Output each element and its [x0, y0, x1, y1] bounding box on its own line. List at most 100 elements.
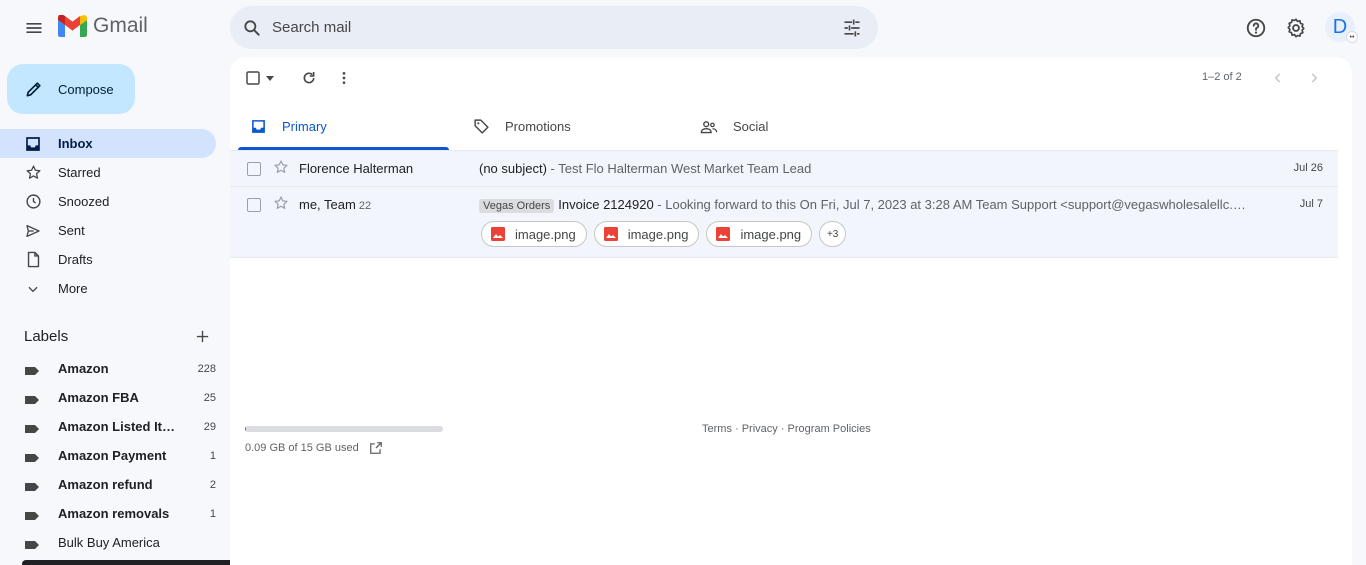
search-input[interactable] — [272, 19, 832, 36]
star-toggle[interactable] — [273, 159, 291, 177]
label-count: 29 — [203, 420, 216, 433]
sidebar-item-snoozed[interactable]: Snoozed — [0, 187, 216, 216]
label-tag-icon — [24, 538, 40, 549]
attachment-chip[interactable]: image.png — [706, 221, 813, 247]
attachment-chip[interactable]: image.png — [593, 221, 700, 247]
label-item[interactable]: Amazon Listed Items 29 — [0, 412, 216, 441]
tab-label: Social — [733, 119, 769, 134]
attachment-name: image.png — [740, 226, 802, 242]
gear-icon — [1287, 18, 1305, 38]
attachment-chips: image.png image.png image.png +3 — [481, 221, 847, 247]
gmail-logo[interactable]: Gmail — [58, 14, 148, 38]
sidebar-item-label: Drafts — [58, 252, 93, 267]
label-name: Amazon refund — [58, 477, 153, 492]
select-all-button[interactable] — [240, 61, 280, 95]
compose-button[interactable]: Compose — [7, 64, 135, 114]
label-count: 2 — [209, 478, 216, 491]
sidebar-item-more[interactable]: More — [0, 274, 216, 303]
label-name: Bulk Buy America — [58, 535, 160, 550]
label-item[interactable]: Amazon FBA 25 — [0, 383, 216, 412]
labels-title: Labels — [24, 327, 69, 345]
labels-header: Labels — [24, 326, 214, 346]
sender-name: Florence Halterman — [299, 161, 414, 176]
label-count: 25 — [203, 391, 216, 404]
more-attachments-chip[interactable]: +3 — [819, 221, 847, 247]
pagination-text: 1–2 of 2 — [1202, 71, 1242, 83]
label-item[interactable]: Bulk Buy America — [0, 528, 216, 557]
label-item[interactable]: Amazon refund 2 — [0, 470, 216, 499]
email-subject-line: (no subject) - Test Flo Halterman West M… — [479, 161, 1249, 176]
label-chip[interactable]: Vegas Orders — [479, 199, 555, 213]
tab-promotions[interactable]: Promotions — [471, 103, 682, 150]
email-checkbox[interactable] — [247, 162, 261, 176]
support-button[interactable] — [1236, 8, 1276, 48]
email-sender: Florence Halterman — [299, 161, 416, 176]
inbox-tabs: Primary Promotions Social — [230, 103, 1338, 150]
email-list: Florence Halterman (no subject) - Test F… — [230, 150, 1338, 258]
star-icon — [274, 196, 288, 209]
search-bar — [230, 6, 878, 49]
image-file-icon — [491, 227, 505, 241]
label-count: 228 — [197, 362, 216, 375]
more-vert-icon — [342, 72, 346, 84]
email-sender: me, Team 22 — [299, 197, 371, 212]
sidebar-item-inbox[interactable]: Inbox — [0, 129, 216, 158]
email-row[interactable]: Florence Halterman (no subject) - Test F… — [230, 150, 1338, 186]
label-tag-icon — [24, 393, 40, 404]
more-options-button[interactable] — [327, 61, 361, 95]
email-date: Jul 7 — [1299, 198, 1323, 210]
storage-text: 0.09 GB of 15 GB used — [245, 442, 359, 454]
tab-primary[interactable]: Primary — [238, 103, 449, 150]
newer-button[interactable] — [1261, 61, 1295, 95]
settings-button[interactable] — [1276, 8, 1316, 48]
sidebar-item-label: Inbox — [58, 136, 93, 151]
sidebar-nav: Inbox Starred Snoozed Sent Drafts More — [0, 129, 216, 303]
label-name: Amazon — [58, 361, 109, 376]
label-name: Amazon Listed Items — [58, 419, 176, 434]
storage-bar — [245, 426, 443, 432]
attachment-chip[interactable]: image.png — [481, 221, 587, 247]
sidebar-item-label: More — [58, 281, 88, 296]
label-tag-icon — [24, 422, 40, 433]
thread-count: 22 — [358, 200, 372, 212]
sidebar-item-sent[interactable]: Sent — [0, 216, 216, 245]
manage-storage-link[interactable] — [369, 441, 383, 455]
star-toggle[interactable] — [273, 195, 291, 213]
label-item[interactable]: Amazon Payment 1 — [0, 441, 216, 470]
plus-icon — [196, 330, 208, 342]
image-file-icon — [603, 227, 618, 241]
older-button[interactable] — [1297, 61, 1331, 95]
email-checkbox[interactable] — [247, 198, 261, 212]
footer-links[interactable]: Terms · Privacy · Program Policies — [702, 423, 871, 435]
tab-label: Primary — [282, 119, 327, 134]
label-tag-icon — [24, 480, 40, 491]
account-badge-icon: •• — [1346, 31, 1358, 43]
refresh-button[interactable] — [292, 61, 326, 95]
main-menu-button[interactable] — [14, 8, 54, 48]
send-icon — [24, 222, 42, 240]
chevron-right-icon — [1311, 73, 1318, 83]
search-button[interactable] — [232, 8, 272, 48]
email-subject: Invoice 2124920 — [558, 197, 654, 212]
sidebar-item-starred[interactable]: Starred — [0, 158, 216, 187]
search-options-button[interactable] — [832, 8, 872, 48]
app-name: Gmail — [93, 14, 148, 37]
email-date: Jul 26 — [1293, 162, 1323, 174]
email-row[interactable]: me, Team 22 Vegas Orders Invoice 2124920 -… — [230, 186, 1338, 258]
account-avatar[interactable]: D •• — [1325, 12, 1358, 43]
label-item[interactable]: Amazon removals 1 — [0, 499, 216, 528]
image-file-icon — [716, 227, 731, 241]
label-item[interactable]: Amazon 228 — [0, 354, 216, 383]
email-snippet: - Test Flo Halterman West Market Team Le… — [546, 161, 812, 176]
labels-list: Amazon 228 Amazon FBA 25 Amazon Listed I… — [0, 354, 216, 557]
top-header: Gmail D •• — [0, 0, 1366, 56]
storage-usage: 0.09 GB of 15 GB used — [245, 441, 443, 455]
inbox-icon — [248, 117, 268, 137]
tune-icon — [844, 19, 860, 36]
sidebar-item-drafts[interactable]: Drafts — [0, 245, 216, 274]
label-count: 1 — [209, 507, 216, 520]
chevron-down-icon — [24, 280, 42, 298]
create-label-button[interactable] — [190, 324, 214, 348]
people-icon — [699, 117, 719, 137]
tab-social[interactable]: Social — [699, 103, 910, 150]
